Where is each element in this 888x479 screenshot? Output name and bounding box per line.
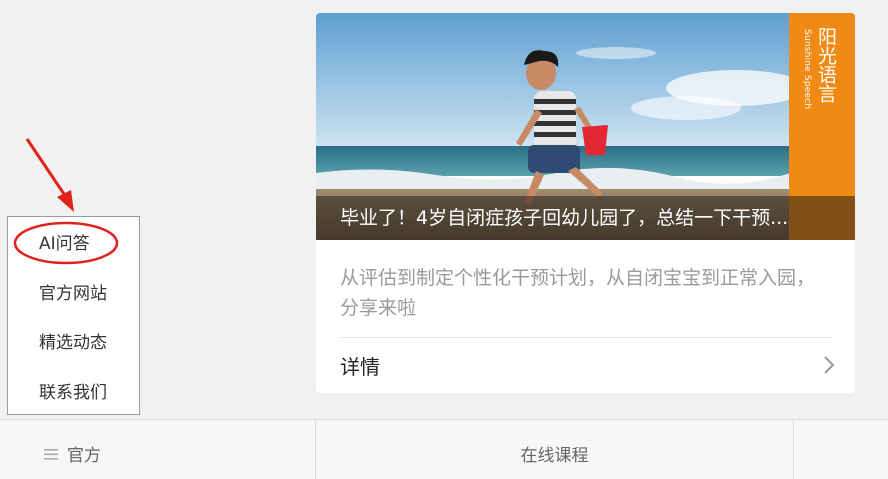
menu-icon [44, 449, 58, 460]
title-band: 毕业了！4岁自闭症孩子回幼儿园了，总结一下干预... [316, 196, 855, 240]
annotation-arrow-head [57, 190, 74, 212]
menu-item-label: 联系我们 [39, 383, 107, 403]
bottom-tab-official-label: 官方 [67, 446, 101, 466]
menu-item-label: 精选动态 [39, 333, 107, 353]
menu-item-official-site[interactable]: 官方网站 [8, 275, 139, 315]
popup-menu: AI问答 官方网站 精选动态 联系我们 [7, 216, 140, 415]
bottom-bar: 官方 在线课程 [0, 419, 888, 479]
brand-chinese: 阳光语言 [815, 27, 837, 103]
menu-item-featured[interactable]: 精选动态 [8, 324, 139, 364]
annotation-arrow-line [25, 138, 70, 201]
details-link[interactable]: 详情 [316, 338, 855, 393]
chevron-right-icon [824, 356, 835, 374]
bottom-tab-courses[interactable]: 在线课程 [315, 420, 794, 479]
article-card[interactable]: Sunshine Speech 阳光语言 毕业了！4岁自闭症孩子回幼儿园了，总结… [316, 13, 855, 393]
cover-image: Sunshine Speech 阳光语言 毕业了！4岁自闭症孩子回幼儿园了，总结… [316, 13, 855, 240]
article-summary: 从评估到制定个性化干预计划，从自闭宝宝到正常入园，分享来啦 [340, 267, 816, 319]
details-label: 详情 [340, 355, 380, 379]
bottom-tab-official[interactable]: 官方 [0, 420, 314, 479]
article-title[interactable]: 毕业了！4岁自闭症孩子回幼儿园了，总结一下干预... [340, 206, 836, 230]
menu-item-label: 官方网站 [39, 284, 107, 304]
menu-item-ai-qa[interactable]: AI问答 [8, 225, 139, 265]
menu-item-label: AI问答 [39, 234, 90, 254]
menu-item-contact[interactable]: 联系我们 [8, 374, 139, 414]
brand-english: Sunshine Speech [802, 29, 812, 110]
bottom-tab-courses-label: 在线课程 [520, 446, 589, 466]
